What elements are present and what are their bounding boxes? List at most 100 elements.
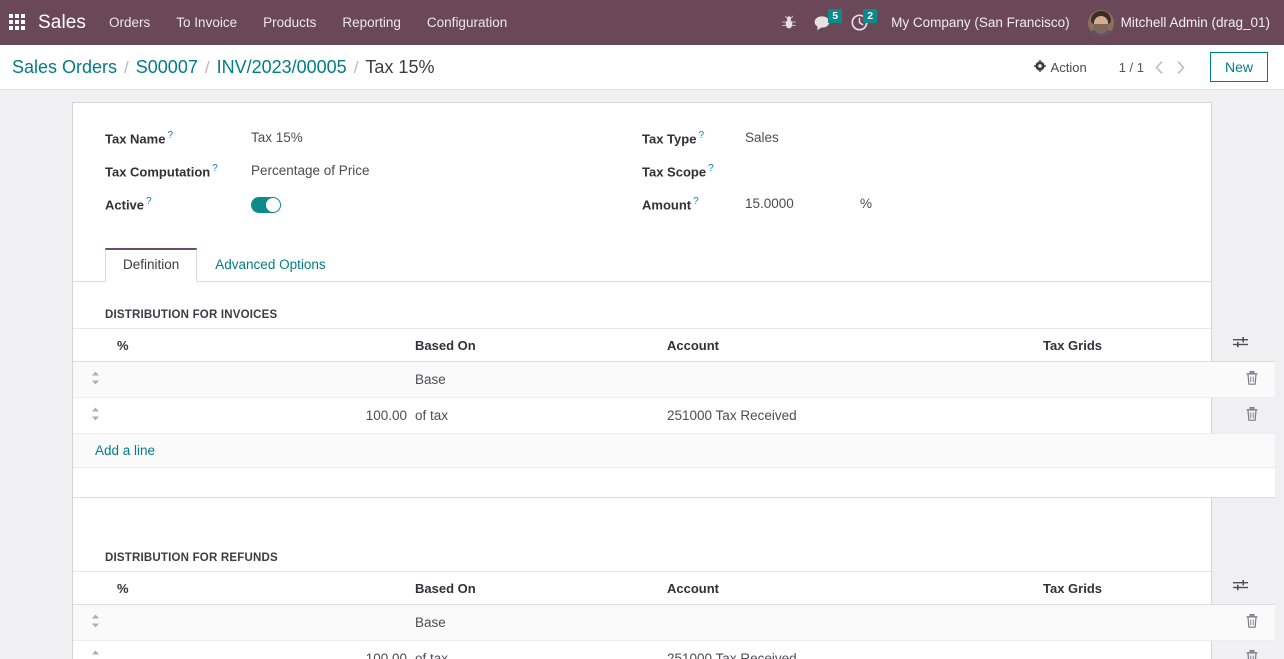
cell-tax-grids[interactable]	[1039, 361, 1229, 398]
row-drag-handle[interactable]	[73, 604, 113, 641]
breadcrumb-item-invoice[interactable]: INV/2023/00005	[217, 57, 347, 78]
row-drag-handle[interactable]	[73, 361, 113, 398]
col-tax-grids: Tax Grids	[1039, 572, 1229, 605]
gear-icon	[1033, 59, 1046, 75]
cell-based-on[interactable]: of tax	[411, 397, 663, 434]
row-delete-button[interactable]	[1229, 604, 1275, 641]
help-icon[interactable]: ?	[146, 196, 152, 207]
drag-handle-icon	[91, 650, 100, 659]
table-header-row: % Based On Account Tax Grids	[73, 572, 1275, 605]
table-row[interactable]: 100.00 of tax 251000 Tax Received	[73, 640, 1275, 659]
cell-tax-grids[interactable]	[1039, 397, 1229, 434]
menu-item-to-invoice[interactable]: To Invoice	[163, 0, 250, 45]
cell-percent[interactable]: 100.00	[113, 640, 411, 659]
cell-based-on[interactable]: Base	[411, 604, 663, 641]
chevron-left-icon[interactable]	[1148, 54, 1170, 80]
row-drag-handle[interactable]	[73, 397, 113, 434]
col-account: Account	[663, 572, 1039, 605]
add-line-cell[interactable]: Add a line	[73, 433, 1275, 468]
field-tax-computation: Tax Computation? Percentage of Price	[105, 160, 642, 193]
field-value-tax-type[interactable]: Sales	[745, 127, 779, 147]
form-scroll-area[interactable]: Tax Name? Tax 15% Tax Computation? Perce…	[0, 90, 1284, 659]
cell-account[interactable]: 251000 Tax Received	[663, 397, 1039, 434]
field-label-tax-name: Tax Name?	[105, 130, 174, 147]
add-a-line-button[interactable]: Add a line	[77, 443, 155, 458]
cell-based-on[interactable]: of tax	[411, 640, 663, 659]
field-amount: Amount? 15.0000 %	[642, 193, 1179, 226]
row-delete-button[interactable]	[1229, 640, 1275, 659]
cell-percent[interactable]	[113, 361, 411, 398]
main-menu: Orders To Invoice Products Reporting Con…	[96, 0, 520, 45]
breadcrumb-separator: /	[353, 57, 359, 77]
control-panel: Sales Orders / S00007 / INV/2023/00005 /…	[0, 45, 1284, 90]
table-empty-row	[73, 467, 1275, 498]
section-title-refunds: DISTRIBUTION FOR REFUNDS	[73, 525, 1211, 572]
help-icon[interactable]: ?	[698, 130, 704, 141]
activities-badge: 2	[863, 9, 878, 23]
clock-icon[interactable]: 2	[842, 0, 878, 45]
section-title-invoices: DISTRIBUTION FOR INVOICES	[73, 282, 1211, 329]
field-tax-name: Tax Name? Tax 15%	[105, 127, 642, 160]
field-value-tax-name[interactable]: Tax 15%	[251, 127, 303, 147]
top-navbar: Sales Orders To Invoice Products Reporti…	[0, 0, 1284, 45]
col-percent: %	[113, 329, 411, 362]
field-tax-scope: Tax Scope?	[642, 160, 1179, 193]
cell-account[interactable]	[663, 361, 1039, 398]
action-button[interactable]: Action	[1026, 56, 1095, 79]
cell-tax-grids[interactable]	[1039, 640, 1229, 659]
table-header-row: % Based On Account Tax Grids	[73, 329, 1275, 362]
field-label-amount: Amount?	[642, 196, 699, 213]
apps-grid-icon[interactable]	[4, 0, 30, 45]
table-row[interactable]: Base	[73, 604, 1275, 641]
row-delete-button[interactable]	[1229, 397, 1275, 434]
cell-account[interactable]: 251000 Tax Received	[663, 640, 1039, 659]
pager: 1 / 1	[1115, 54, 1192, 80]
field-label-tax-computation: Tax Computation?	[105, 163, 218, 180]
help-icon[interactable]: ?	[212, 163, 218, 174]
table-row[interactable]: Base	[73, 361, 1275, 398]
pager-count: 1 / 1	[1118, 59, 1144, 75]
amount-unit: %	[860, 196, 873, 211]
messages-icon[interactable]: 5	[805, 0, 843, 45]
breadcrumb-item-sales-orders[interactable]: Sales Orders	[12, 57, 117, 78]
table-row[interactable]: 100.00 of tax 251000 Tax Received	[73, 397, 1275, 434]
help-icon[interactable]: ?	[167, 130, 173, 141]
cell-percent[interactable]: 100.00	[113, 397, 411, 434]
toggle-knob	[266, 198, 280, 212]
cell-based-on[interactable]: Base	[411, 361, 663, 398]
tab-advanced-options[interactable]: Advanced Options	[197, 248, 343, 282]
user-menu[interactable]: Mitchell Admin (drag_01)	[1082, 9, 1272, 36]
distribution-for-invoices-section: DISTRIBUTION FOR INVOICES % Based On Acc…	[73, 282, 1275, 498]
field-value-amount[interactable]: 15.0000	[745, 196, 860, 211]
breadcrumb-item-s00007[interactable]: S00007	[136, 57, 198, 78]
cell-tax-grids[interactable]	[1039, 604, 1229, 641]
sliders-icon	[1233, 580, 1248, 596]
help-icon[interactable]: ?	[708, 163, 714, 174]
app-brand[interactable]: Sales	[30, 12, 96, 34]
optional-columns-button[interactable]	[1229, 329, 1275, 362]
menu-item-orders[interactable]: Orders	[96, 0, 163, 45]
field-label-tax-type: Tax Type?	[642, 130, 704, 147]
new-button[interactable]: New	[1209, 52, 1268, 82]
menu-item-products[interactable]: Products	[250, 0, 329, 45]
chevron-right-icon[interactable]	[1170, 54, 1192, 80]
add-line-row[interactable]: Add a line	[73, 433, 1275, 468]
menu-item-configuration[interactable]: Configuration	[414, 0, 520, 45]
cell-account[interactable]	[663, 604, 1039, 641]
optional-columns-button[interactable]	[1229, 572, 1275, 605]
bug-icon[interactable]	[773, 0, 805, 45]
help-icon[interactable]: ?	[693, 196, 699, 207]
breadcrumb-separator: /	[124, 57, 129, 77]
field-value-tax-computation[interactable]: Percentage of Price	[251, 160, 370, 180]
breadcrumb: Sales Orders / S00007 / INV/2023/00005 /…	[12, 57, 434, 78]
row-drag-handle[interactable]	[73, 640, 113, 659]
cell-percent[interactable]	[113, 604, 411, 641]
active-toggle[interactable]	[251, 197, 281, 213]
company-switcher[interactable]: My Company (San Francisco)	[877, 15, 1082, 30]
row-delete-button[interactable]	[1229, 361, 1275, 398]
field-active: Active?	[105, 193, 642, 226]
empty-cell	[73, 467, 1275, 498]
menu-item-reporting[interactable]: Reporting	[329, 0, 414, 45]
tab-definition[interactable]: Definition	[105, 248, 198, 282]
col-tax-grids: Tax Grids	[1039, 329, 1229, 362]
